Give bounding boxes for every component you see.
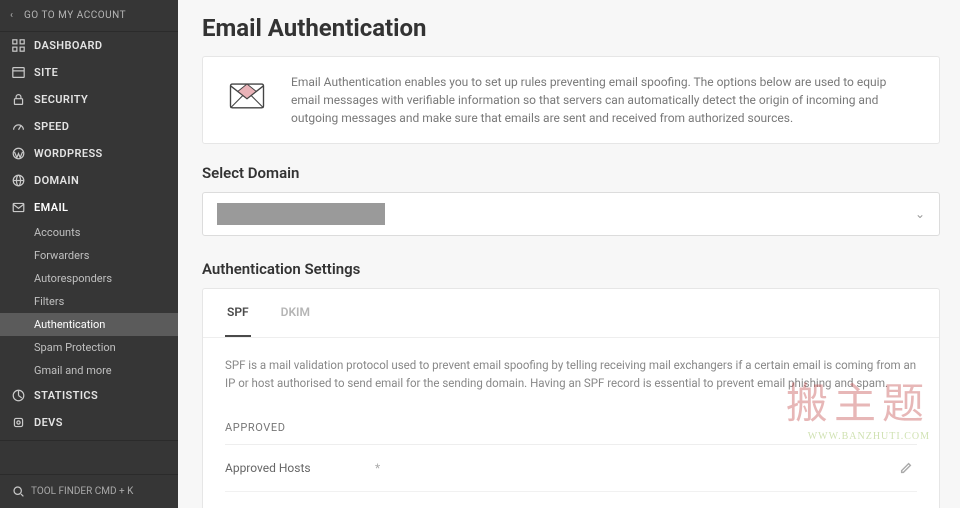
sidebar: ‹ GO TO MY ACCOUNT DASHBOARD SITE SECURI… xyxy=(0,0,178,508)
gauge-icon xyxy=(12,120,25,133)
browser-icon xyxy=(12,66,25,79)
tool-finder-label: TOOL FINDER CMD + K xyxy=(31,486,133,497)
edit-button[interactable] xyxy=(895,457,917,479)
row-approved-mx: Approved MX Records * xyxy=(225,492,917,508)
sidebar-item-wordpress[interactable]: WORDPRESS xyxy=(0,140,178,167)
auth-settings-heading: Authentication Settings xyxy=(202,260,940,278)
sidebar-item-statistics[interactable]: STATISTICS xyxy=(0,382,178,409)
nav-label: WORDPRESS xyxy=(34,147,103,160)
intro-box: Email Authentication enables you to set … xyxy=(202,56,940,144)
sidebar-item-speed[interactable]: SPEED xyxy=(0,113,178,140)
auth-settings-panel: SPF DKIM SPF is a mail validation protoc… xyxy=(202,288,940,508)
go-to-account-label: GO TO MY ACCOUNT xyxy=(24,10,126,21)
nav-label: SECURITY xyxy=(34,93,88,106)
nav-label: DOMAIN xyxy=(34,174,79,187)
arrow-left-icon: ‹ xyxy=(10,10,14,21)
sidebar-sub-accounts[interactable]: Accounts xyxy=(0,221,178,244)
search-icon xyxy=(12,485,25,498)
tool-finder[interactable]: TOOL FINDER CMD + K xyxy=(0,474,178,508)
tab-body-spf: SPF is a mail validation protocol used t… xyxy=(203,338,939,508)
grid-icon xyxy=(12,39,25,52)
devs-icon xyxy=(12,416,25,429)
sidebar-sub-autoresponders[interactable]: Autoresponders xyxy=(0,267,178,290)
intro-text: Email Authentication enables you to set … xyxy=(291,73,917,127)
sidebar-item-email[interactable]: EMAIL xyxy=(0,194,178,221)
domain-select[interactable]: ⌄ xyxy=(202,192,940,236)
row-approved-hosts: Approved Hosts * xyxy=(225,445,917,492)
nav-label: SITE xyxy=(34,66,58,79)
sidebar-sub-gmail-more[interactable]: Gmail and more xyxy=(0,359,178,382)
spf-description: SPF is a mail validation protocol used t… xyxy=(225,356,917,393)
main-content: Email Authentication Email Authenticatio… xyxy=(178,0,960,508)
mail-icon xyxy=(12,201,25,214)
edit-button[interactable] xyxy=(895,504,917,508)
setting-label: Approved Hosts xyxy=(225,461,375,475)
sidebar-item-devs[interactable]: DEVS xyxy=(0,409,178,436)
group-approved: APPROVED xyxy=(225,411,917,445)
go-to-account-link[interactable]: ‹ GO TO MY ACCOUNT xyxy=(0,0,178,32)
nav-label: DEVS xyxy=(34,416,63,429)
sidebar-sub-filters[interactable]: Filters xyxy=(0,290,178,313)
nav-label: DASHBOARD xyxy=(34,39,102,52)
tab-spf[interactable]: SPF xyxy=(225,289,251,337)
globe-icon xyxy=(12,174,25,187)
sidebar-item-security[interactable]: SECURITY xyxy=(0,86,178,113)
sidebar-divider xyxy=(0,440,178,441)
nav-label: SPEED xyxy=(34,120,69,133)
chevron-down-icon: ⌄ xyxy=(915,207,925,221)
tab-dkim[interactable]: DKIM xyxy=(279,289,312,337)
sidebar-item-domain[interactable]: DOMAIN xyxy=(0,167,178,194)
tabs: SPF DKIM xyxy=(203,289,939,338)
setting-value: * xyxy=(375,461,895,475)
lock-icon xyxy=(12,93,25,106)
nav-label: EMAIL xyxy=(34,201,68,214)
wordpress-icon xyxy=(12,147,25,160)
stats-icon xyxy=(12,389,25,402)
sidebar-sub-authentication[interactable]: Authentication xyxy=(0,313,178,336)
domain-select-value xyxy=(217,203,385,225)
page-title: Email Authentication xyxy=(202,14,940,42)
sidebar-item-site[interactable]: SITE xyxy=(0,59,178,86)
sidebar-item-dashboard[interactable]: DASHBOARD xyxy=(0,32,178,59)
envelope-auth-icon xyxy=(225,73,269,117)
sidebar-sub-forwarders[interactable]: Forwarders xyxy=(0,244,178,267)
select-domain-heading: Select Domain xyxy=(202,164,940,182)
sidebar-sub-spam-protection[interactable]: Spam Protection xyxy=(0,336,178,359)
nav-label: STATISTICS xyxy=(34,389,98,402)
